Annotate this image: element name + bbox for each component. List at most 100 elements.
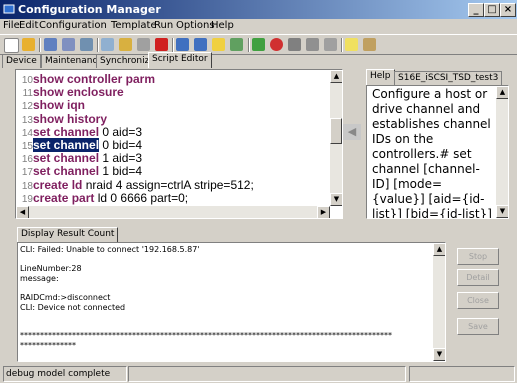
script-keyword: show controller parm bbox=[33, 72, 156, 86]
bookmark-icon[interactable] bbox=[212, 38, 225, 51]
result-line: message: bbox=[20, 273, 59, 283]
menu-template[interactable]: Template bbox=[111, 20, 157, 31]
debug-icon[interactable] bbox=[324, 38, 337, 51]
status-text: debug model complete bbox=[3, 366, 127, 382]
editor-line[interactable]: 13show history bbox=[16, 112, 107, 126]
result-line: CLI: Device not connected bbox=[20, 302, 126, 312]
step-icon[interactable] bbox=[288, 38, 301, 51]
tab-script-editor[interactable]: Script Editor bbox=[148, 52, 212, 68]
editor-line[interactable]: 14set channel 0 aid=3 bbox=[16, 125, 142, 139]
result-scroll-up-button[interactable]: ▲ bbox=[433, 243, 445, 256]
editor-line[interactable]: 17set channel 1 bid=4 bbox=[16, 164, 142, 178]
result-line: ************** bbox=[20, 341, 76, 350]
editor-line[interactable]: 19create part ld 0 6666 part=0; bbox=[16, 191, 188, 205]
editor-horizontal-scrollbar[interactable]: ◀ ▶ bbox=[16, 206, 330, 218]
status-bar: debug model complete bbox=[0, 364, 517, 383]
undo-icon[interactable] bbox=[176, 38, 189, 51]
script-args: ld 0 6666 part=0; bbox=[94, 190, 189, 205]
help-scroll-up-button[interactable]: ▲ bbox=[496, 86, 508, 99]
detail-button[interactable]: Detail bbox=[457, 269, 499, 286]
script-keyword: show history bbox=[33, 111, 108, 126]
open-icon[interactable] bbox=[22, 38, 35, 51]
line-number: 19 bbox=[21, 193, 33, 205]
maximize-button[interactable]: □ bbox=[484, 3, 500, 17]
editor-line[interactable]: 15set channel 0 bid=4 bbox=[16, 138, 142, 152]
window-title: Configuration Manager bbox=[18, 3, 161, 16]
result-line: LineNumber:28 bbox=[20, 264, 82, 274]
status-panel-3 bbox=[409, 366, 515, 382]
script-keyword: create ld bbox=[33, 177, 83, 192]
copy-icon[interactable] bbox=[101, 38, 114, 51]
script-keyword: set channel bbox=[33, 164, 100, 179]
editor-line[interactable]: 18create ld nraid 4 assign=ctrlA stripe=… bbox=[16, 178, 254, 192]
redo-icon[interactable] bbox=[194, 38, 207, 51]
pause-icon[interactable] bbox=[306, 38, 319, 51]
close-result-button[interactable]: Close bbox=[457, 292, 499, 309]
result-line: ****************************************… bbox=[20, 331, 392, 341]
script-keyword: show iqn bbox=[33, 98, 85, 113]
scroll-down-button[interactable]: ▼ bbox=[330, 193, 342, 206]
result-scrollbar[interactable]: ▲ ▼ bbox=[433, 243, 445, 361]
script-keyword: set channel bbox=[33, 151, 100, 166]
menu-file[interactable]: File bbox=[3, 20, 20, 31]
scroll-thumb[interactable] bbox=[330, 118, 342, 144]
scroll-left-button[interactable]: ◀ bbox=[16, 206, 29, 218]
help-panel: Configure a host or drive channel and es… bbox=[366, 85, 509, 219]
result-line: RAIDCmd:>disconnect bbox=[20, 293, 111, 302]
menu-edit[interactable]: Edit bbox=[19, 20, 38, 31]
tab-help[interactable]: Help bbox=[366, 69, 395, 85]
stop-button[interactable]: Stop bbox=[457, 248, 499, 265]
editor-line[interactable]: 11show enclosure bbox=[16, 85, 124, 99]
save-as-icon[interactable] bbox=[62, 38, 75, 51]
app-icon bbox=[3, 4, 15, 14]
print-icon[interactable] bbox=[80, 38, 93, 51]
editor-vertical-scrollbar[interactable]: ▲ ▼ bbox=[330, 70, 342, 206]
script-args: 0 bid=4 bbox=[99, 138, 143, 152]
tip-icon[interactable] bbox=[345, 38, 358, 51]
script-args: 1 bid=4 bbox=[99, 164, 143, 179]
new-icon[interactable] bbox=[4, 38, 19, 53]
script-args: 0 aid=3 bbox=[99, 124, 143, 139]
scroll-right-button[interactable]: ▶ bbox=[317, 206, 330, 218]
tab-display-result-count[interactable]: Display Result Count bbox=[17, 227, 119, 243]
status-panel-2 bbox=[128, 366, 406, 382]
menu-bar: File Edit Configuration Template Run Opt… bbox=[0, 19, 517, 33]
script-editor[interactable]: 10show controller parm 11show enclosure 12… bbox=[15, 69, 343, 219]
delete-icon[interactable] bbox=[155, 38, 168, 51]
stop-icon[interactable] bbox=[270, 38, 283, 51]
cut-icon[interactable] bbox=[137, 38, 150, 51]
help-scrollbar[interactable]: ▲ ▼ bbox=[496, 86, 508, 218]
save-icon[interactable] bbox=[44, 38, 57, 51]
tab-device[interactable]: Device bbox=[2, 54, 41, 68]
title-bar[interactable]: Configuration Manager _ □ × bbox=[0, 0, 517, 19]
result-output[interactable]: CLI: Failed: Unable to connect '192.168.… bbox=[17, 242, 446, 362]
editor-line[interactable]: 10show controller parm bbox=[16, 72, 155, 86]
run-icon[interactable] bbox=[252, 38, 265, 51]
menu-run[interactable]: Run bbox=[154, 20, 173, 31]
result-line: CLI: Failed: Unable to connect '192.168.… bbox=[20, 245, 200, 254]
paste-icon[interactable] bbox=[119, 38, 132, 51]
result-scroll-down-button[interactable]: ▼ bbox=[433, 348, 445, 361]
scroll-up-button[interactable]: ▲ bbox=[330, 70, 342, 83]
script-keyword: set channel bbox=[33, 138, 100, 152]
help-text: Configure a host or drive channel and es… bbox=[372, 87, 492, 219]
close-button[interactable]: × bbox=[500, 3, 516, 17]
save-result-button[interactable]: Save bbox=[457, 318, 499, 335]
help-scroll-down-button[interactable]: ▼ bbox=[496, 205, 508, 218]
menu-help[interactable]: Help bbox=[211, 20, 234, 31]
toolbar bbox=[0, 34, 517, 55]
minimize-button[interactable]: _ bbox=[468, 3, 484, 17]
menu-configuration[interactable]: Configuration bbox=[39, 20, 107, 31]
script-args: nraid 4 assign=ctrlA stripe=512; bbox=[82, 177, 254, 192]
script-keyword: show enclosure bbox=[33, 85, 124, 100]
compile-icon[interactable] bbox=[230, 38, 243, 51]
script-keyword: set channel bbox=[33, 124, 100, 139]
tab-device-profile[interactable]: S16E_iSCSI_TSD_test3 bbox=[394, 71, 503, 85]
editor-line[interactable]: 16set channel 1 aid=3 bbox=[16, 151, 142, 165]
menu-options[interactable]: Options bbox=[176, 20, 215, 31]
insert-arrow-button[interactable]: ◀ bbox=[343, 124, 361, 140]
script-keyword: create part bbox=[33, 190, 95, 205]
info-icon[interactable] bbox=[363, 38, 376, 51]
configuration-manager-window: Configuration Manager _ □ × File Edit Co… bbox=[0, 0, 517, 383]
editor-line[interactable]: 12show iqn bbox=[16, 98, 85, 112]
